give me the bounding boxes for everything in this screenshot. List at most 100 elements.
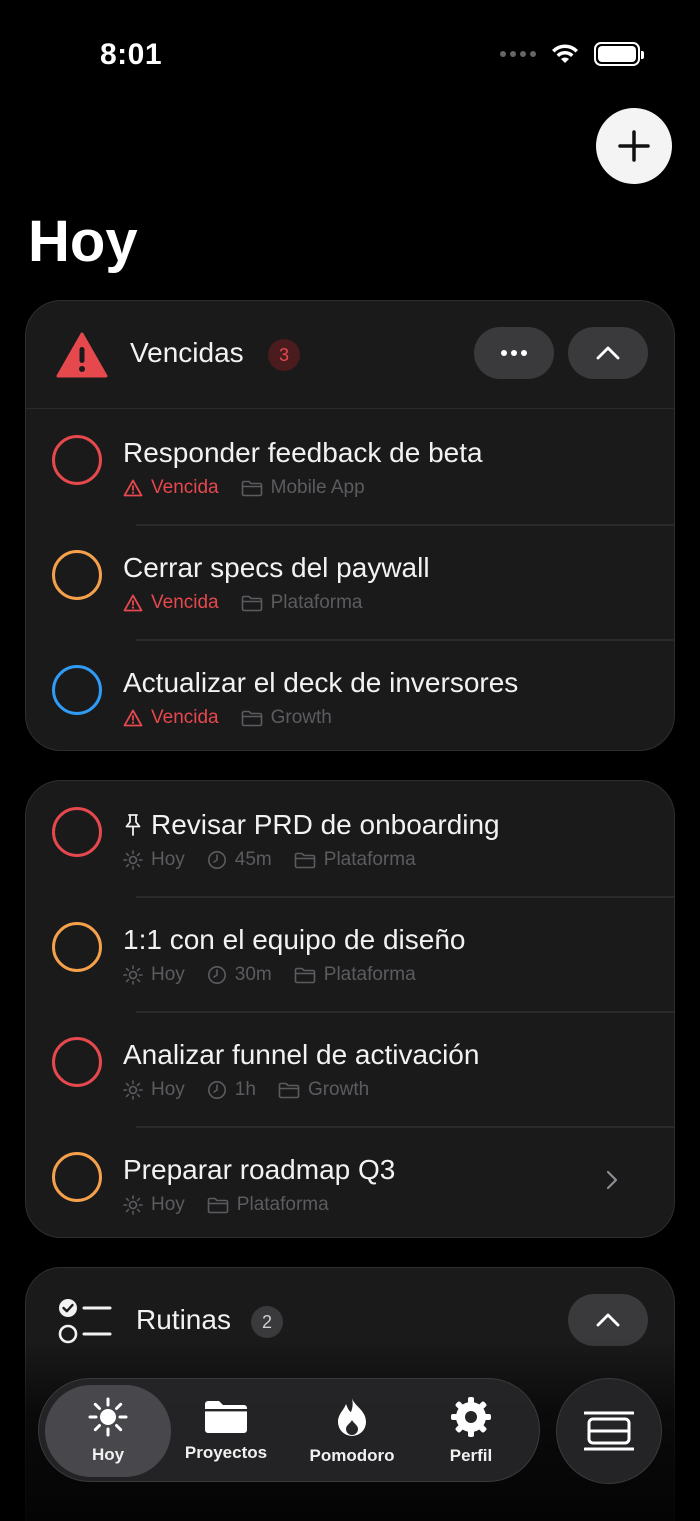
overdue-task-row[interactable]: Cerrar specs del paywall Vencida Platafo…: [26, 524, 674, 639]
task-project: Plataforma: [236, 1194, 329, 1215]
more-options-button[interactable]: [474, 327, 554, 379]
today-task-row[interactable]: 1:1 con el equipo de diseño Hoy 30m Plat…: [26, 896, 674, 1011]
folder-small-icon: [241, 710, 262, 726]
task-complete-checkbox[interactable]: [52, 807, 102, 857]
status-time: 8:01: [100, 38, 163, 71]
task-complete-checkbox[interactable]: [52, 435, 102, 485]
task-title-text: Revisar PRD de onboarding: [151, 809, 500, 840]
collapse-overdue-button[interactable]: [568, 327, 648, 379]
folder-icon: [205, 1401, 247, 1433]
overdue-title: Vencidas: [130, 337, 244, 368]
task-meta: Vencida Growth: [123, 707, 354, 729]
status-icons: [500, 42, 644, 66]
task-status: Vencida: [151, 707, 219, 728]
task-complete-checkbox[interactable]: [52, 1152, 102, 1202]
layout-toggle-button[interactable]: [556, 1378, 662, 1484]
status-bar: 8:01: [0, 0, 700, 110]
task-day: Hoy: [151, 1079, 185, 1100]
clock-small-icon: [207, 966, 226, 984]
pin-icon: [125, 814, 141, 836]
sun-small-icon: [123, 1195, 143, 1215]
tab-label: Proyectos: [184, 1443, 268, 1462]
tab-label: Perfil: [449, 1446, 493, 1465]
overdue-section: Vencidas 3 Responder feedback de beta Ve…: [25, 300, 675, 751]
task-complete-checkbox[interactable]: [52, 922, 102, 972]
task-title: Responder feedback de beta: [123, 437, 483, 468]
clock-small-icon: [207, 1081, 226, 1099]
tab-label: Pomodoro: [309, 1446, 395, 1465]
sun-small-icon: [123, 1080, 143, 1100]
task-complete-checkbox[interactable]: [52, 550, 102, 600]
task-meta: Hoy 1h Growth: [123, 1079, 391, 1101]
tab-hoy[interactable]: Hoy: [45, 1385, 171, 1477]
task-title: Analizar funnel de activación: [123, 1039, 480, 1070]
task-meta: Hoy 45m Plataforma: [123, 849, 438, 871]
gear-icon: [451, 1397, 491, 1437]
chevron-right-icon: [606, 1170, 618, 1190]
sun-small-icon: [123, 850, 143, 870]
sun-small-icon: [123, 965, 143, 985]
task-meta: Vencida Plataforma: [123, 592, 385, 614]
task-day: Hoy: [151, 849, 185, 870]
overdue-header[interactable]: Vencidas 3: [26, 301, 674, 409]
page-title: Hoy: [28, 209, 138, 274]
ellipsis-icon: [501, 350, 527, 356]
task-status: Vencida: [151, 477, 219, 498]
sun-icon: [88, 1397, 128, 1437]
task-title: 1:1 con el equipo de diseño: [123, 924, 466, 955]
tab-pomodoro[interactable]: Pomodoro: [298, 1379, 406, 1483]
task-status: Vencida: [151, 592, 219, 613]
warning-icon: [56, 332, 108, 378]
task-duration: 45m: [234, 849, 272, 870]
task-complete-checkbox[interactable]: [52, 1037, 102, 1087]
add-task-button[interactable]: [596, 108, 672, 184]
tab-label: Hoy: [91, 1445, 125, 1464]
overdue-count-badge: 3: [268, 339, 300, 371]
battery-icon: [594, 42, 644, 66]
warning-small-icon: [123, 594, 143, 612]
task-project: Growth: [270, 707, 332, 728]
routines-title: Rutinas: [136, 1304, 231, 1335]
task-project: Plataforma: [323, 849, 416, 870]
task-duration: 1h: [234, 1079, 256, 1100]
warning-small-icon: [123, 479, 143, 497]
task-title: Preparar roadmap Q3: [123, 1154, 396, 1185]
task-meta: Hoy Plataforma: [123, 1194, 351, 1216]
signal-icon: [500, 51, 536, 57]
folder-small-icon: [241, 480, 262, 496]
today-task-row[interactable]: Preparar roadmap Q3 Hoy Plataforma: [26, 1126, 674, 1237]
folder-small-icon: [294, 852, 316, 868]
folder-small-icon: [278, 1082, 300, 1098]
task-complete-checkbox[interactable]: [52, 665, 102, 715]
flame-icon: [338, 1398, 366, 1436]
today-section: Revisar PRD de onboarding Hoy 45m Plataf…: [25, 780, 675, 1238]
task-project: Plataforma: [270, 592, 363, 613]
tab-perfil[interactable]: Perfil: [427, 1379, 515, 1483]
warning-small-icon: [123, 709, 143, 727]
task-project: Mobile App: [270, 477, 365, 498]
task-title: Cerrar specs del paywall: [123, 552, 430, 583]
task-meta: Vencida Mobile App: [123, 477, 387, 499]
task-project: Growth: [307, 1079, 370, 1100]
today-task-row[interactable]: Analizar funnel de activación Hoy 1h Gro…: [26, 1011, 674, 1126]
task-meta: Hoy 30m Plataforma: [123, 964, 438, 986]
task-day: Hoy: [151, 964, 185, 985]
task-title: Revisar PRD de onboarding: [123, 809, 500, 841]
clock-small-icon: [207, 851, 226, 869]
task-title: Actualizar el deck de inversores: [123, 667, 519, 698]
collapse-routines-button[interactable]: [568, 1294, 648, 1346]
chevron-up-icon: [596, 346, 620, 360]
task-day: Hoy: [151, 1194, 185, 1215]
overdue-task-row[interactable]: Actualizar el deck de inversores Vencida…: [26, 639, 674, 750]
chevron-up-icon: [596, 1313, 620, 1327]
tab-proyectos[interactable]: Proyectos: [174, 1379, 278, 1483]
tab-bar: Hoy Proyectos Pomodoro Perfil: [38, 1378, 540, 1482]
routines-count-badge: 2: [251, 1306, 283, 1338]
folder-small-icon: [207, 1197, 229, 1213]
overdue-task-row[interactable]: Responder feedback de beta Vencida Mobil…: [26, 409, 674, 524]
today-task-row[interactable]: Revisar PRD de onboarding Hoy 45m Plataf…: [26, 781, 674, 896]
folder-small-icon: [294, 967, 316, 983]
task-duration: 30m: [234, 964, 272, 985]
list-layout-icon: [584, 1411, 634, 1451]
task-project: Plataforma: [323, 964, 416, 985]
